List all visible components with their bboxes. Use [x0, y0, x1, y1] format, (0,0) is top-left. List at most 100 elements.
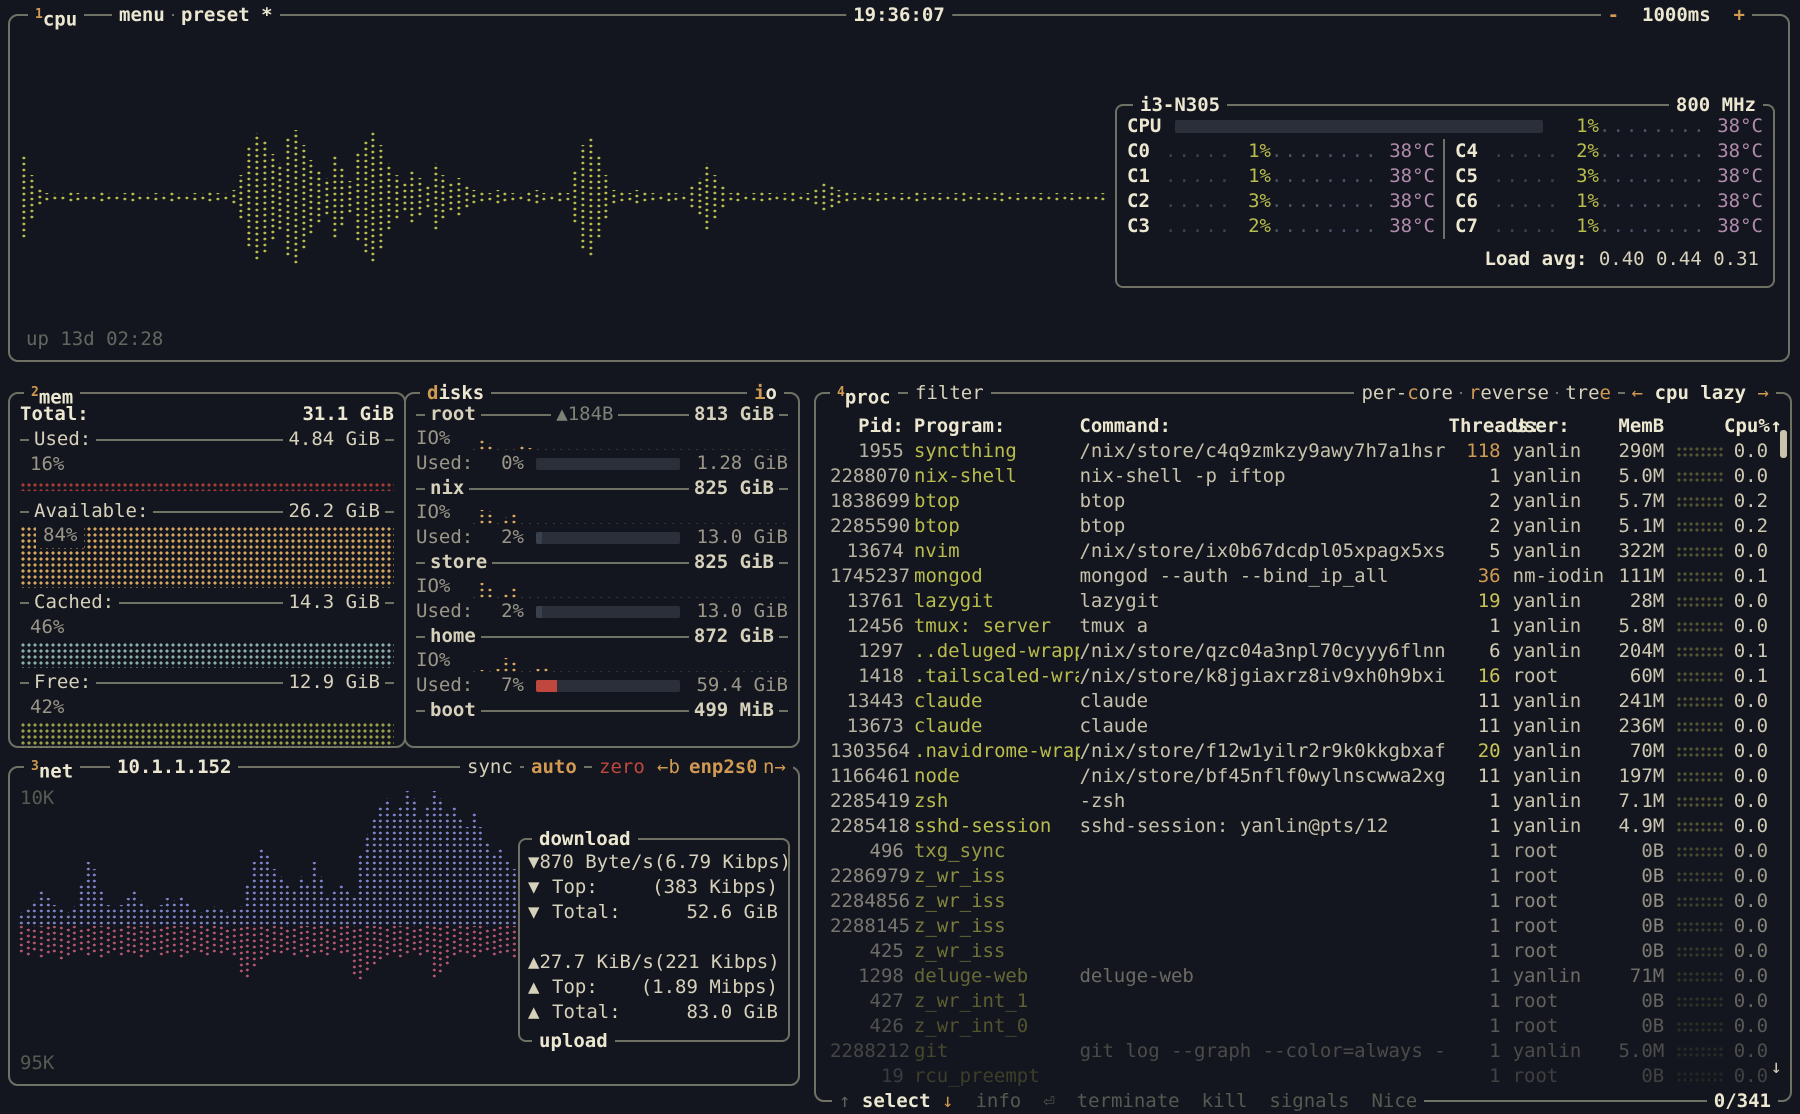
select-button[interactable]: select: [862, 1088, 931, 1114]
process-row[interactable]: 1838699btopbtop2yanlin5.7M0.2: [830, 489, 1782, 514]
reverse-button[interactable]: reverse: [1462, 380, 1556, 406]
process-row[interactable]: 1955syncthing/nix/store/c4q9zmkzy9awy7h7…: [830, 439, 1782, 464]
transfer-label: 27.7 KiB/s: [539, 950, 653, 975]
graph-column: [669, 671, 677, 673]
process-row[interactable]: 1297..deluged-wrapp/nix/store/qzc04a3npl…: [830, 639, 1782, 664]
process-row[interactable]: 425z_wr_iss1root0B0.0: [830, 939, 1782, 964]
process-cpu-pct: 0.0: [1724, 589, 1768, 614]
process-cpu-pct: 0.0: [1724, 714, 1768, 739]
graph-column: [1045, 193, 1053, 201]
scrollbar-thumb[interactable]: [1780, 430, 1787, 458]
graph-column: [178, 926, 185, 959]
process-row[interactable]: 1166461node/nix/store/bf45nflf0wylnscwwa…: [830, 764, 1782, 789]
filter-button[interactable]: filter: [908, 380, 991, 406]
graph-column: [231, 909, 238, 926]
mem-used-pct: 16%: [20, 452, 394, 477]
download-title: download: [532, 826, 638, 852]
process-row[interactable]: 2288145z_wr_iss1root0B0.0: [830, 914, 1782, 939]
memory-panel-title[interactable]: 2mem: [24, 380, 80, 406]
disk-used-label: Used:: [416, 599, 482, 624]
net-hotkey: 3: [31, 759, 39, 774]
control-text: tre: [1565, 382, 1599, 404]
process-row[interactable]: 2285418sshd-sessionsshd-session: yanlin@…: [830, 814, 1782, 839]
process-program: z_wr_int_0: [914, 1014, 1080, 1039]
select-down-icon[interactable]: ↓: [942, 1088, 953, 1114]
disks-panel-title[interactable]: disks: [420, 380, 491, 406]
process-mem: 0B: [1604, 1014, 1664, 1039]
process-row[interactable]: 12456tmux: servertmux a1yanlin5.8M0.0: [830, 614, 1782, 639]
upload-stat-row: ▲27.7 KiB/s(221 Kibps): [528, 950, 778, 975]
process-row[interactable]: 13674nvim/nix/store/ix0b67dcdpl05xpagx5x…: [830, 539, 1782, 564]
graph-column: [171, 926, 178, 954]
scroll-down-icon[interactable]: ↓: [1771, 1055, 1782, 1080]
process-cpu-graph: [1668, 996, 1724, 1007]
graph-column: [85, 862, 92, 926]
col-user: User:: [1513, 414, 1605, 439]
transfer-direction-icon: ▲: [528, 1000, 552, 1025]
process-cpu-pct: 0.0: [1724, 764, 1768, 789]
graph-column: [98, 192, 106, 203]
select-up-icon[interactable]: ↑: [839, 1088, 850, 1114]
footer-action-button[interactable]: terminate: [1077, 1088, 1180, 1114]
process-panel-title[interactable]: 4proc: [830, 380, 898, 406]
graph-column: [597, 523, 605, 525]
interval-plus-button[interactable]: +: [1734, 4, 1745, 26]
graph-column: [385, 163, 393, 231]
iface-next-button[interactable]: n→: [756, 754, 793, 780]
process-mem: 290M: [1604, 439, 1664, 464]
cpu-panel-title[interactable]: 1cpu: [28, 2, 84, 28]
process-row[interactable]: 19rcu_preempt1root0B0.0: [830, 1064, 1782, 1089]
footer-action-button[interactable]: info: [975, 1088, 1021, 1114]
process-row[interactable]: 13673claudeclaude11yanlin236M0.0: [830, 714, 1782, 739]
graph-column: [393, 175, 401, 220]
graph-column: [618, 191, 626, 203]
process-row[interactable]: 1298deluge-webdeluge-web1yanlin71M0.0: [830, 964, 1782, 989]
mem-available-value: 26.2 GiB: [283, 499, 385, 524]
footer-action-button[interactable]: ⏎: [1043, 1088, 1054, 1114]
process-row[interactable]: 2288070nix-shellnix-shell -p iftop1yanli…: [830, 464, 1782, 489]
process-table-header[interactable]: Pid: Program: Command: Threads: User: Me…: [830, 414, 1782, 439]
auto-button[interactable]: auto: [524, 754, 584, 780]
interval-minus-button[interactable]: -: [1608, 4, 1619, 26]
per-core-button[interactable]: per-core: [1354, 380, 1460, 406]
process-cpu-graph: [1668, 496, 1724, 507]
disk-size: 825 GiB: [689, 550, 779, 575]
footer-action-button[interactable]: Nice: [1371, 1088, 1417, 1114]
tree-button[interactable]: tree: [1558, 380, 1618, 406]
process-pid: 1298: [830, 964, 904, 989]
sort-nav-control[interactable]: ← cpu lazy →: [1625, 380, 1776, 406]
graph-column: [773, 193, 781, 201]
process-row[interactable]: 1303564.navidrome-wrap/nix/store/f12w1yi…: [830, 739, 1782, 764]
graph-column: [936, 193, 944, 202]
network-panel-title[interactable]: 3net: [24, 754, 80, 780]
graph-column: [238, 926, 245, 974]
process-row[interactable]: 2286979z_wr_iss1root0B0.0: [830, 864, 1782, 889]
process-row[interactable]: 496txg_sync1root0B0.0: [830, 839, 1782, 864]
graph-column: [354, 152, 362, 242]
process-row[interactable]: 427z_wr_int_11root0B0.0: [830, 989, 1782, 1014]
menu-button[interactable]: menu: [112, 2, 172, 28]
core-label: C1: [1127, 164, 1165, 189]
graph-column: [338, 883, 345, 926]
process-row[interactable]: 426z_wr_int_01root0B0.0: [830, 1014, 1782, 1039]
process-row[interactable]: 2288212gitgit log --graph --color=always…: [830, 1039, 1782, 1064]
process-row[interactable]: 2284856z_wr_iss1root0B0.0: [830, 889, 1782, 914]
process-user: root: [1513, 864, 1605, 889]
zero-button[interactable]: zero: [592, 754, 652, 780]
process-row[interactable]: 1745237mongodmongod --auth --bind_ip_all…: [830, 564, 1782, 589]
sync-button[interactable]: sync: [460, 754, 520, 780]
sort-next-icon: →: [1758, 382, 1769, 404]
process-command: claude: [1079, 689, 1448, 714]
process-row[interactable]: 13761lazygitlazygit19yanlin28M0.0: [830, 589, 1782, 614]
graph-column: [432, 163, 440, 231]
footer-action-button[interactable]: signals: [1269, 1088, 1349, 1114]
process-cpu-graph: [1668, 921, 1724, 932]
process-row[interactable]: 2285590btopbtop2yanlin5.1M0.2: [830, 514, 1782, 539]
process-row[interactable]: 13443claudeclaude11yanlin241M0.0: [830, 689, 1782, 714]
preset-button[interactable]: preset *: [174, 2, 280, 28]
process-cpu-pct: 0.0: [1724, 814, 1768, 839]
process-row[interactable]: 1418.tailscaled-wra/nix/store/k8jgiaxrz8…: [830, 664, 1782, 689]
footer-action-button[interactable]: kill: [1202, 1088, 1248, 1114]
io-mode-button[interactable]: io: [747, 380, 784, 406]
process-row[interactable]: 2285419zsh-zsh1yanlin7.1M0.0: [830, 789, 1782, 814]
